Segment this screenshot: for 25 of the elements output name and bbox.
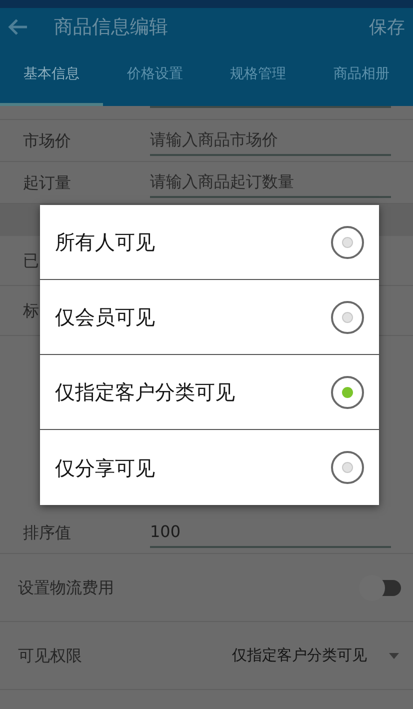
field-label: 可见权限 xyxy=(18,644,83,666)
text-field[interactable]: 100 xyxy=(150,520,391,544)
radio-option[interactable]: 所有人可见 xyxy=(40,205,379,280)
field-label: 标 xyxy=(23,300,39,322)
radio-button[interactable] xyxy=(331,451,364,484)
radio-option[interactable]: 仅会员可见 xyxy=(40,280,379,355)
tab[interactable]: 规格管理 xyxy=(206,46,310,106)
field-label: 起订量 xyxy=(23,172,72,194)
radio-button[interactable] xyxy=(331,376,364,408)
field-label: 设置物流费用 xyxy=(18,576,115,598)
app-title: 商品信息编辑 xyxy=(54,14,168,40)
save-button[interactable]: 保存 xyxy=(369,14,405,40)
text-field[interactable]: 请输入商品市场价 xyxy=(150,128,391,152)
radio-button[interactable] xyxy=(331,226,364,258)
radio-option[interactable]: 仅分享可见 xyxy=(40,430,379,505)
visibility-dropdown[interactable]: 仅指定客户分类可见 xyxy=(208,644,399,667)
caret-icon xyxy=(389,652,399,658)
field-label: 已 xyxy=(23,250,39,272)
tab[interactable]: 商品相册 xyxy=(310,46,413,106)
radio-option[interactable]: 仅指定客户分类可见 xyxy=(40,355,379,430)
radio-button[interactable] xyxy=(331,300,364,334)
field-label: 排序值 xyxy=(23,522,72,544)
text-field[interactable]: 请输入商品起订数量 xyxy=(150,170,391,194)
field-label: 市场价 xyxy=(23,130,72,152)
tab[interactable]: 价格设置 xyxy=(103,46,206,106)
